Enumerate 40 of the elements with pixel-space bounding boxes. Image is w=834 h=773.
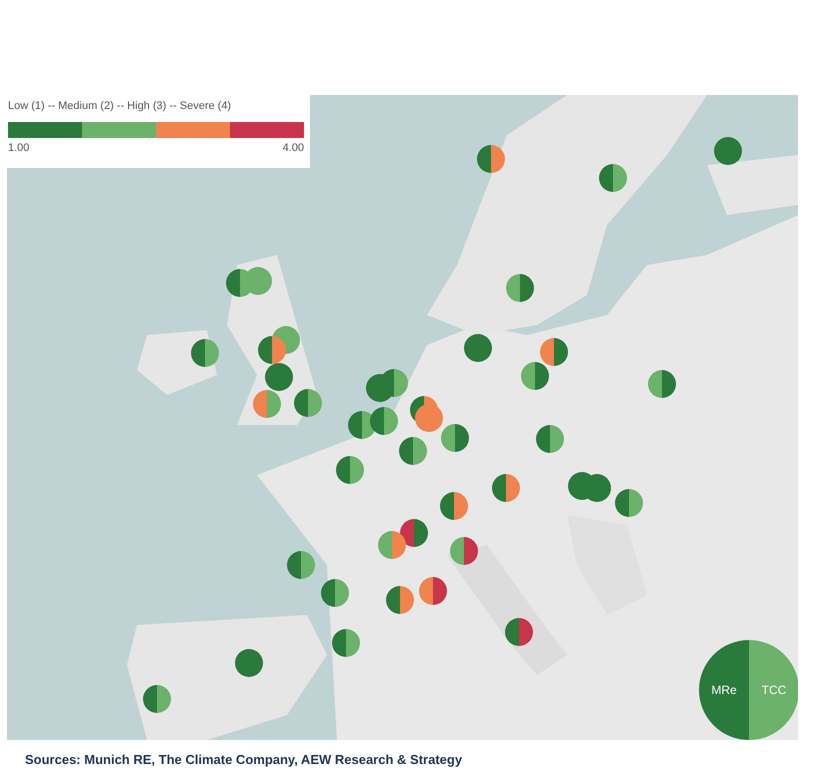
- pie-marker: [450, 537, 478, 565]
- pie-marker: [648, 370, 676, 398]
- pie-marker: [265, 363, 293, 391]
- pie-marker: [321, 579, 349, 607]
- pie-marker: [378, 531, 406, 559]
- source-note: Sources: Munich RE, The Climate Company, AEW Research & Strategy: [25, 751, 462, 769]
- pie-marker: [332, 629, 360, 657]
- pie-marker: [235, 649, 263, 677]
- scale-min-label: 1.00: [8, 142, 30, 155]
- pie-marker: [477, 145, 505, 173]
- pie-marker: [615, 489, 643, 517]
- pie-marker: [536, 425, 564, 453]
- pie-marker: [370, 407, 398, 435]
- pie-marker: [492, 474, 520, 502]
- pie-marker: [505, 618, 533, 646]
- pie-marker: [258, 336, 286, 364]
- pie-marker: [294, 389, 322, 417]
- pie-marker: [599, 164, 627, 192]
- scale-max-label: 4.00: [282, 142, 304, 155]
- pie-marker: [336, 456, 364, 484]
- pie-marker: [287, 551, 315, 579]
- pie-marker: [464, 334, 492, 362]
- pie-marker: [400, 519, 428, 547]
- pie-marker: [540, 338, 568, 366]
- pie-marker: [143, 685, 171, 713]
- pie-marker: [399, 437, 427, 465]
- pie-marker: [253, 390, 281, 418]
- pie-marker: [366, 374, 394, 402]
- key-label: MRe: [711, 682, 737, 699]
- key-label: TCC: [762, 682, 786, 699]
- pie-marker: [191, 339, 219, 367]
- pie-marker: [386, 586, 414, 614]
- legend-title: Low (1) -- Medium (2) -- High (3) -- Severe (4): [8, 99, 232, 113]
- pie-marker: [506, 274, 534, 302]
- pie-marker: [714, 137, 742, 165]
- pie-marker: [419, 577, 447, 605]
- pie-marker: [441, 424, 469, 452]
- pie-marker: [521, 362, 549, 390]
- pie-marker: [440, 492, 468, 520]
- pie-marker: [415, 404, 443, 432]
